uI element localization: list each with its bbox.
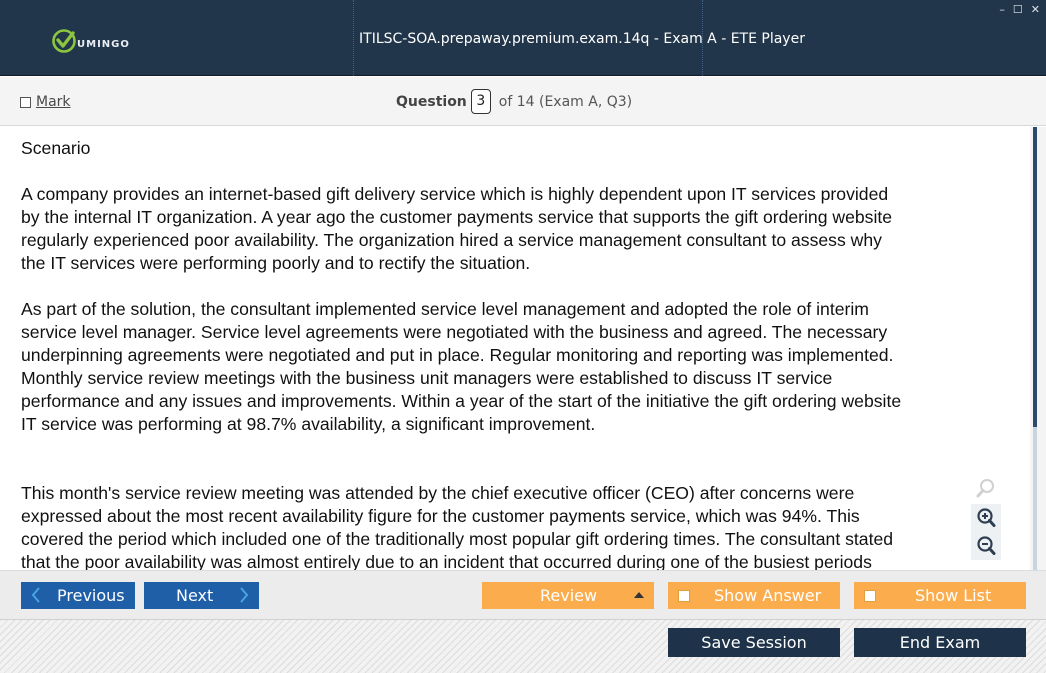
- next-label: Next: [176, 586, 214, 605]
- logo-text: UMINGO: [77, 38, 130, 50]
- question-content: Scenario A company provides an internet-…: [6, 127, 1027, 570]
- caret-up-icon[interactable]: [634, 592, 644, 598]
- logo-check-icon: [52, 29, 76, 53]
- session-bar: Save Session End Exam: [0, 619, 1046, 673]
- question-total: of 14 (Exam A, Q3): [498, 93, 633, 110]
- mark-label: Mark: [36, 94, 71, 110]
- show-list-button[interactable]: Show List: [854, 582, 1026, 609]
- content-scrollbar[interactable]: [1030, 127, 1046, 570]
- chevron-left-icon: [31, 587, 40, 603]
- content-paragraph: This month's service review meeting was …: [21, 483, 894, 570]
- review-button[interactable]: Review: [482, 582, 654, 609]
- content-paragraph: A company provides an internet-based gif…: [21, 184, 893, 273]
- window-controls: – ☐ ✕: [999, 4, 1040, 16]
- mark-checkbox-box[interactable]: [20, 96, 31, 108]
- review-label: Review: [540, 586, 598, 605]
- window-title: ITILSC-SOA.prepaway.premium.exam.14q - E…: [359, 31, 805, 47]
- show-answer-label: Show Answer: [714, 586, 822, 605]
- show-answer-checkbox[interactable]: [678, 590, 690, 602]
- end-exam-button[interactable]: End Exam: [854, 628, 1026, 657]
- vumingo-logo: UMINGO: [52, 28, 130, 54]
- mark-checkbox[interactable]: Mark: [20, 94, 71, 110]
- navigation-bar: Previous Next Review Show Answer Show Li…: [0, 570, 1046, 619]
- zoom-reset-button[interactable]: [971, 474, 1001, 502]
- minimize-icon[interactable]: –: [999, 4, 1005, 16]
- question-number-input[interactable]: 3: [470, 89, 491, 114]
- title-bar: UMINGO ITILSC-SOA.prepaway.premium.exam.…: [0, 0, 1046, 76]
- content-heading: Scenario: [21, 138, 91, 158]
- save-session-button[interactable]: Save Session: [668, 628, 840, 657]
- zoom-in-button[interactable]: [971, 504, 1001, 532]
- question-info: Question 3 of 14 (Exam A, Q3): [396, 89, 632, 114]
- show-list-checkbox[interactable]: [864, 590, 876, 602]
- question-header: Mark Question 3 of 14 (Exam A, Q3): [0, 77, 1046, 126]
- show-answer-button[interactable]: Show Answer: [668, 582, 840, 609]
- maximize-icon[interactable]: ☐: [1013, 4, 1023, 16]
- close-icon[interactable]: ✕: [1031, 4, 1040, 16]
- chevron-right-icon: [240, 587, 249, 603]
- magnifier-icon: [976, 479, 994, 498]
- zoom-out-icon: [977, 536, 996, 555]
- question-label: Question: [396, 93, 467, 110]
- previous-button[interactable]: Previous: [21, 582, 135, 609]
- show-list-label: Show List: [915, 586, 992, 605]
- previous-label: Previous: [57, 586, 125, 605]
- next-button[interactable]: Next: [144, 582, 259, 609]
- scrollbar-thumb[interactable]: [1033, 127, 1037, 427]
- content-paragraph: As part of the solution, the consultant …: [21, 299, 902, 434]
- zoom-in-icon: [977, 508, 996, 527]
- zoom-out-button[interactable]: [971, 532, 1001, 560]
